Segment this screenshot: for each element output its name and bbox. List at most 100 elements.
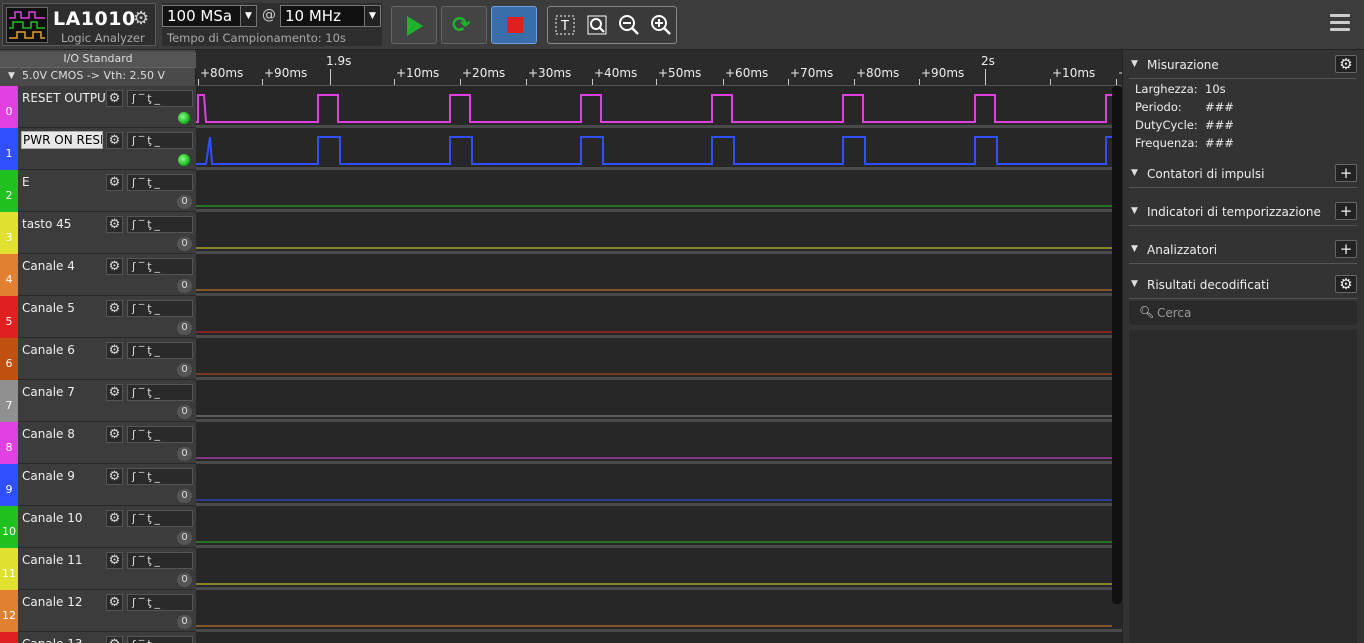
trigger-edge-selector[interactable]: ʃ‾ƫ_: [127, 342, 193, 359]
waveform-area[interactable]: +80ms +90ms +10ms +20ms +30ms +40ms +50ms +60ms…: [196, 50, 1122, 643]
channel-row[interactable]: 12 Canale 12 ⚙ ʃ‾ƫ_ 0: [0, 590, 196, 632]
channel-name[interactable]: Canale 5: [22, 301, 75, 315]
channel-settings-gear-icon[interactable]: ⚙: [106, 132, 123, 149]
trigger-edge-selector[interactable]: ʃ‾ƫ_: [127, 258, 193, 275]
channel-settings-gear-icon[interactable]: ⚙: [106, 468, 123, 485]
channel-row[interactable]: 2 E ⚙ ʃ‾ƫ_ 0: [0, 170, 196, 212]
text-cursor-icon[interactable]: T: [554, 14, 576, 36]
channel-number: 11: [0, 548, 18, 590]
channel-row[interactable]: 7 Canale 7 ⚙ ʃ‾ƫ_ 0: [0, 380, 196, 422]
start-button[interactable]: [391, 6, 437, 44]
trigger-edge-selector[interactable]: ʃ‾ƫ_: [127, 552, 193, 569]
section-measure[interactable]: ▼ Misurazione ⚙: [1129, 53, 1357, 79]
triangle-down-icon: ▼: [1131, 206, 1138, 216]
trigger-edge-selector[interactable]: ʃ‾ƫ_: [127, 594, 193, 611]
channel-settings-gear-icon[interactable]: ⚙: [106, 342, 123, 359]
channel-name[interactable]: Canale 8: [22, 427, 75, 441]
channel-row[interactable]: 13 Canale 13 ⚙ ʃ‾ƫ_: [0, 632, 196, 643]
channel-row[interactable]: 11 Canale 11 ⚙ ʃ‾ƫ_ 0: [0, 548, 196, 590]
trigger-edge-selector[interactable]: ʃ‾ƫ_: [127, 468, 193, 485]
channel-name[interactable]: Canale 11: [22, 553, 83, 567]
sample-rate-dropdown[interactable]: 10 MHz ▼: [280, 5, 381, 27]
section-analyzers[interactable]: ▼ Analizzatori +: [1129, 238, 1357, 264]
stop-button[interactable]: [491, 6, 537, 44]
channel-row[interactable]: 1PWR ON RESET⚙ʃ‾ƫ_: [0, 128, 196, 170]
time-ruler: +80ms +90ms +10ms +20ms +30ms +40ms +50ms +60ms…: [196, 50, 1122, 86]
continuous-run-button[interactable]: ⟳: [441, 6, 487, 44]
channel-name[interactable]: RESET OUTPUT: [22, 91, 113, 105]
ruler-label: +30ms: [528, 66, 572, 80]
ruler-tick: [460, 79, 461, 85]
channel-settings-gear-icon[interactable]: ⚙: [106, 174, 123, 191]
sample-depth-dropdown[interactable]: 100 MSa ▼: [162, 5, 257, 27]
sample-rate-value: 10 MHz: [285, 7, 341, 25]
channel-name[interactable]: PWR ON RESET: [21, 131, 103, 149]
channel-settings-gear-icon[interactable]: ⚙: [106, 90, 123, 107]
channel-row[interactable]: 10 Canale 10 ⚙ ʃ‾ƫ_ 0: [0, 506, 196, 548]
add-analyzer-plus-icon[interactable]: +: [1335, 240, 1357, 258]
section-pulse-counters[interactable]: ▼ Contatori di impulsi +: [1129, 162, 1357, 188]
ruler-tick: [1116, 79, 1117, 85]
channel-settings-gear-icon[interactable]: ⚙: [106, 300, 123, 317]
channel-settings-gear-icon[interactable]: ⚙: [106, 510, 123, 527]
channel-row[interactable]: 4 Canale 4 ⚙ ʃ‾ƫ_ 0: [0, 254, 196, 296]
vertical-scrollbar[interactable]: [1112, 86, 1122, 604]
channel-event-count: 0: [177, 405, 192, 419]
trigger-edge-selector[interactable]: ʃ‾ƫ_: [127, 636, 193, 643]
measure-settings-gear-icon[interactable]: ⚙: [1335, 55, 1357, 73]
channel-settings-gear-icon[interactable]: ⚙: [106, 216, 123, 233]
channel-row[interactable]: 9 Canale 9 ⚙ ʃ‾ƫ_ 0: [0, 464, 196, 506]
search-input[interactable]: [1157, 304, 1347, 322]
trigger-edge-selector[interactable]: ʃ‾ƫ_: [127, 510, 193, 527]
trigger-edge-selector[interactable]: ʃ‾ƫ_: [127, 216, 193, 233]
trigger-edge-selector[interactable]: ʃ‾ƫ_: [127, 174, 193, 191]
decoded-results-list[interactable]: [1129, 330, 1357, 643]
channel-settings-gear-icon[interactable]: ⚙: [106, 426, 123, 443]
channel-settings-gear-icon[interactable]: ⚙: [106, 594, 123, 611]
trigger-edge-selector[interactable]: ʃ‾ƫ_: [127, 300, 193, 317]
channel-name[interactable]: tasto 45: [22, 217, 71, 231]
ruler-tick: [1050, 79, 1051, 85]
waveform-traces: [196, 94, 1122, 627]
channel-row[interactable]: 3 tasto 45 ⚙ ʃ‾ƫ_ 0: [0, 212, 196, 254]
zoom-in-icon[interactable]: [650, 14, 672, 36]
channel-name[interactable]: Canale 12: [22, 595, 83, 609]
trigger-edge-selector[interactable]: ʃ‾ƫ_: [127, 132, 193, 149]
channel-name[interactable]: E: [22, 175, 30, 189]
channel-row[interactable]: 5 Canale 5 ⚙ ʃ‾ƫ_ 0: [0, 296, 196, 338]
triangle-down-icon: ▼: [8, 71, 15, 81]
section-decoded-results[interactable]: ▼ Risultati decodificati ⚙: [1129, 273, 1357, 299]
channel-name[interactable]: Canale 13: [22, 637, 83, 643]
zoom-out-icon[interactable]: [618, 14, 640, 36]
trigger-edge-selector[interactable]: ʃ‾ƫ_: [127, 90, 193, 107]
channel-settings-gear-icon[interactable]: ⚙: [106, 258, 123, 275]
trace-channel-1: [196, 136, 1122, 165]
ruler-major-label: 2s: [981, 54, 995, 68]
hamburger-menu-icon[interactable]: [1330, 14, 1350, 34]
trigger-edge-selector[interactable]: ʃ‾ƫ_: [127, 426, 193, 443]
io-standard-dropdown[interactable]: 5.0V CMOS -> Vth: 2.50 V: [22, 69, 165, 82]
decoded-settings-gear-icon[interactable]: ⚙: [1335, 275, 1357, 293]
channel-settings-gear-icon[interactable]: ⚙: [106, 384, 123, 401]
section-timing-markers[interactable]: ▼ Indicatori di temporizzazione +: [1129, 200, 1357, 226]
channel-name[interactable]: Canale 6: [22, 343, 75, 357]
add-timing-marker-plus-icon[interactable]: +: [1335, 202, 1357, 220]
device-settings-gear-icon[interactable]: ⚙: [133, 8, 149, 29]
channel-row[interactable]: 0 RESET OUTPUT ⚙ ʃ‾ƫ_: [0, 86, 196, 128]
trace-channel-0: [196, 94, 1122, 123]
channel-settings-gear-icon[interactable]: ⚙: [106, 552, 123, 569]
measure-label: Frequenza:: [1135, 136, 1199, 150]
ruler-tick: [919, 79, 920, 85]
add-pulse-counter-plus-icon[interactable]: +: [1335, 164, 1357, 182]
channel-settings-gear-icon[interactable]: ⚙: [106, 636, 123, 643]
channel-row[interactable]: 6 Canale 6 ⚙ ʃ‾ƫ_ 0: [0, 338, 196, 380]
channel-name[interactable]: Canale 4: [22, 259, 75, 273]
channel-name[interactable]: Canale 10: [22, 511, 83, 525]
channel-name[interactable]: Canale 7: [22, 385, 75, 399]
channel-name[interactable]: Canale 9: [22, 469, 75, 483]
trigger-edge-selector[interactable]: ʃ‾ƫ_: [127, 384, 193, 401]
play-icon: [407, 16, 423, 36]
channel-row[interactable]: 8 Canale 8 ⚙ ʃ‾ƫ_ 0: [0, 422, 196, 464]
zoom-fit-icon[interactable]: [586, 14, 608, 36]
channel-event-count: 0: [177, 363, 192, 377]
